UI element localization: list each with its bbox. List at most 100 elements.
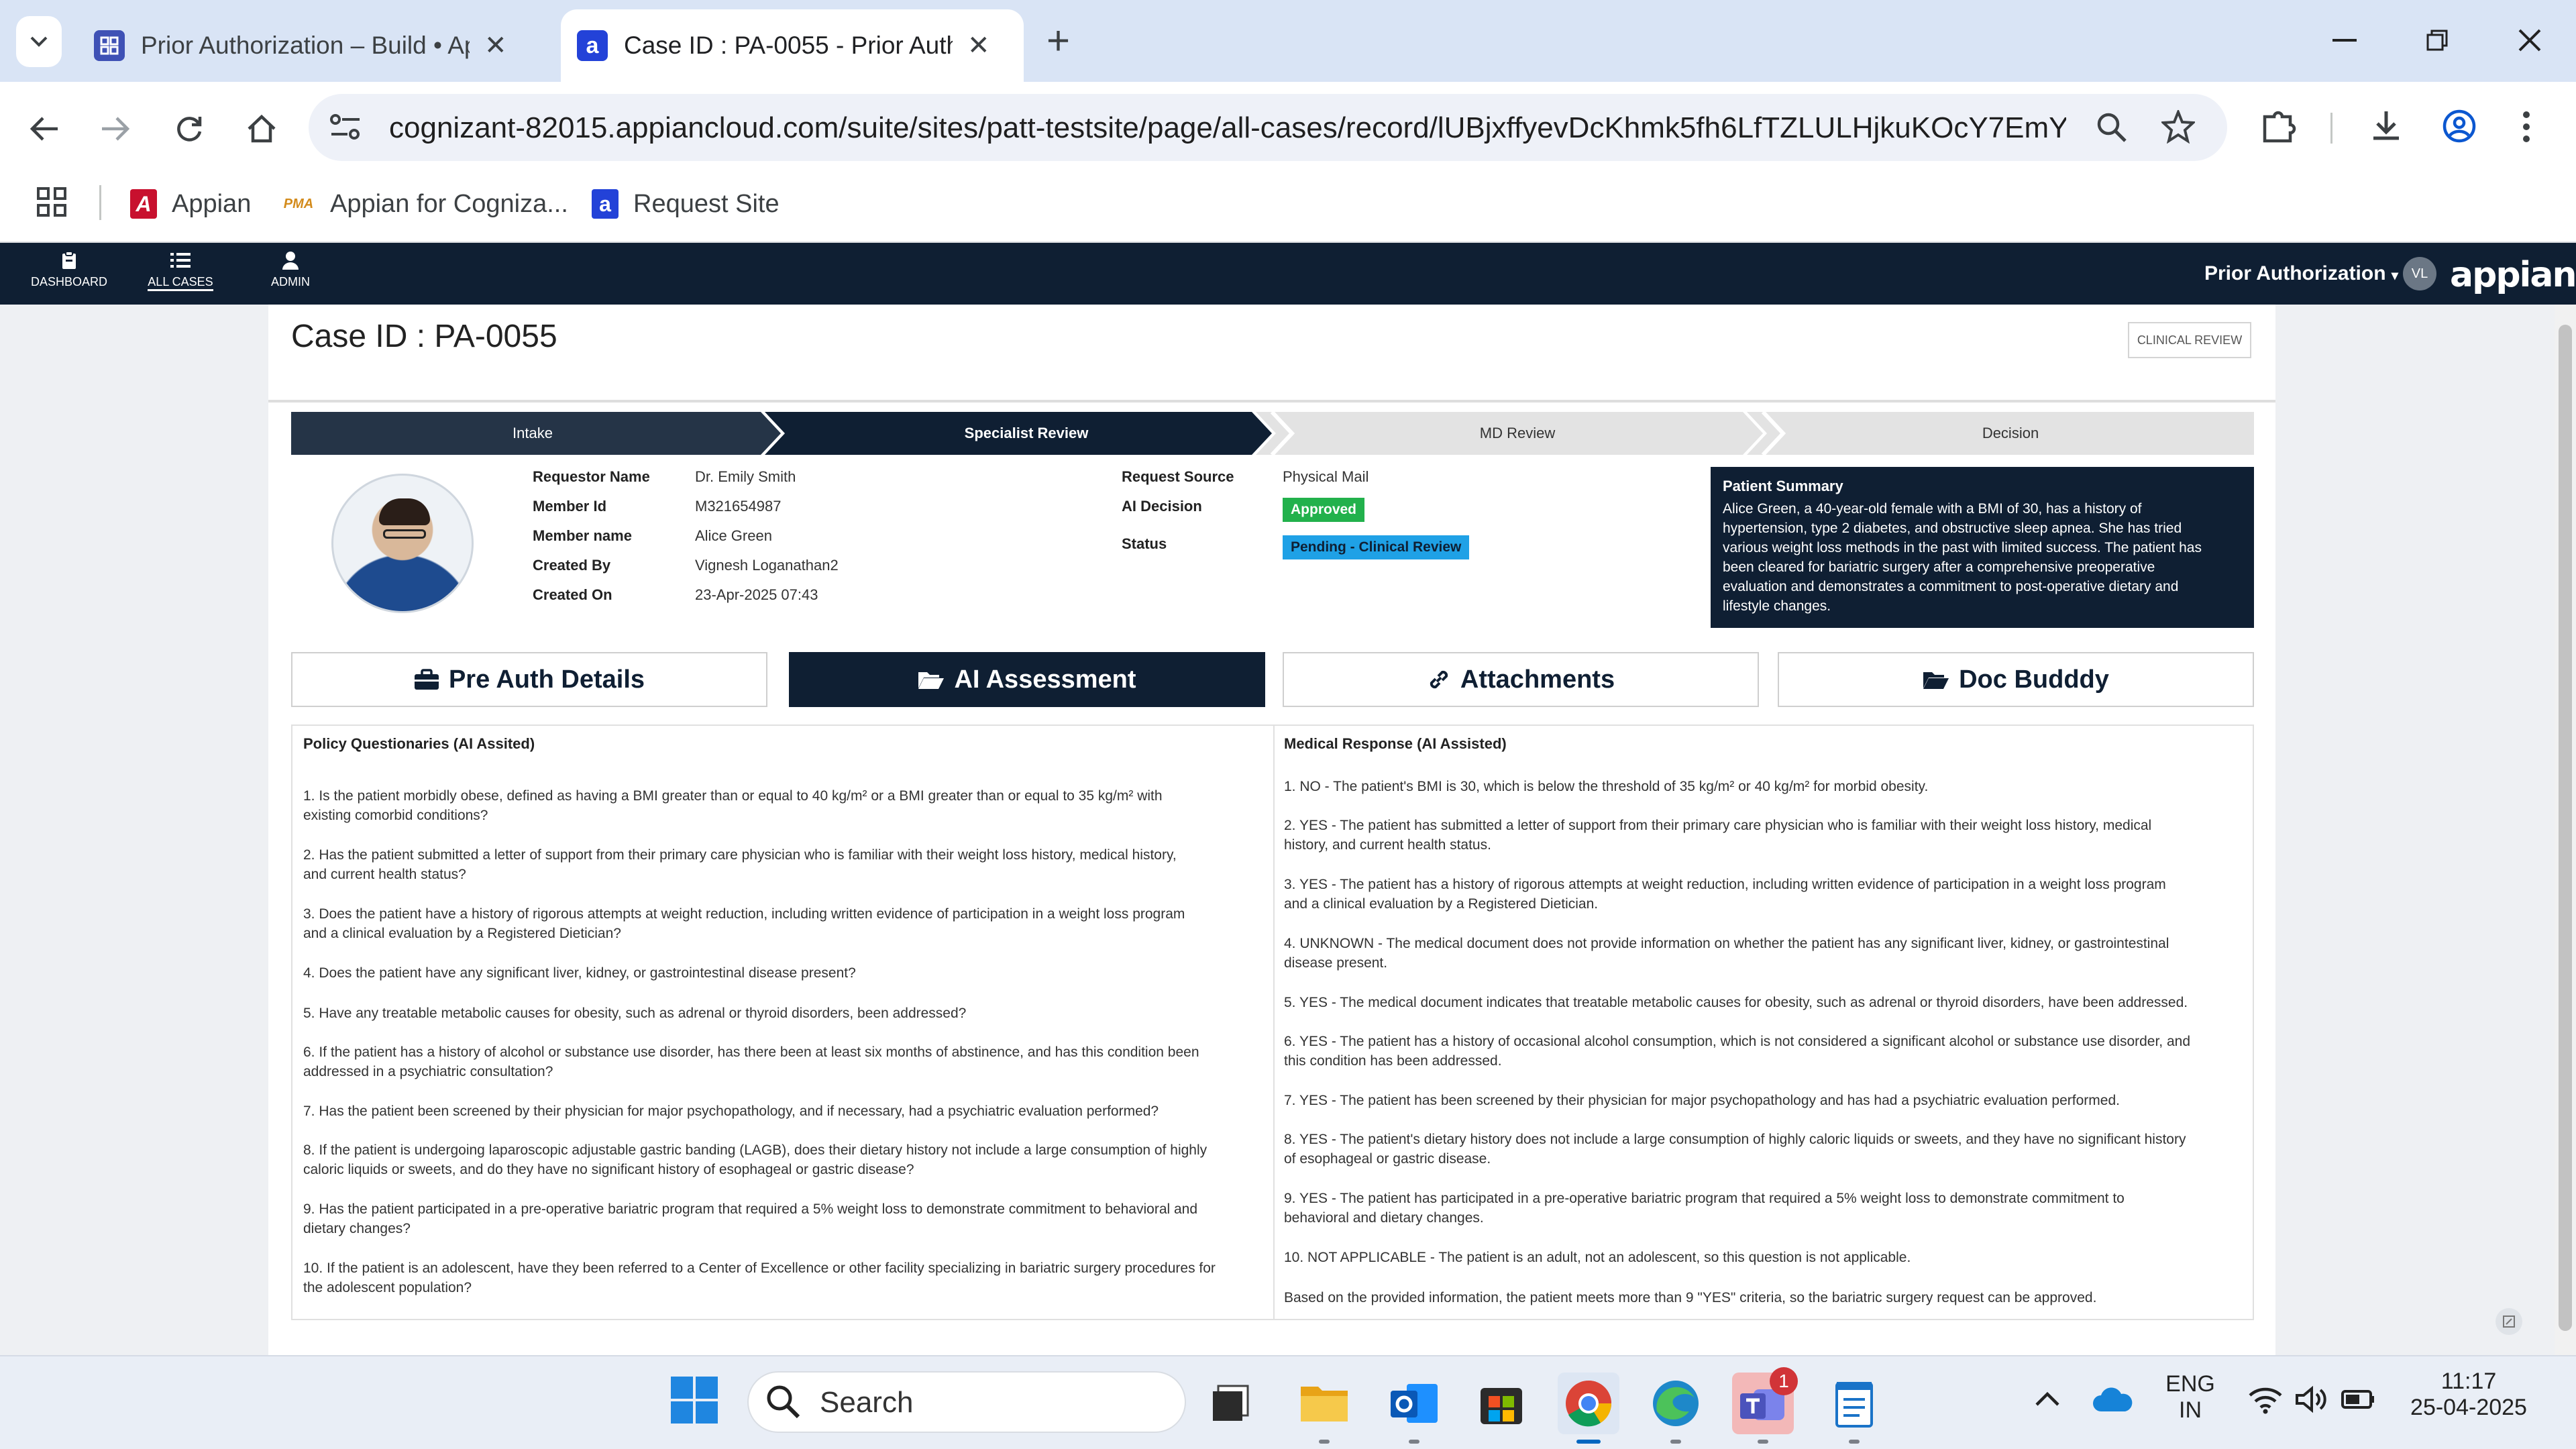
scrollbar-thumb[interactable]: [2559, 325, 2572, 1331]
battery-icon[interactable]: [2341, 1389, 2376, 1413]
menu-kebab-icon[interactable]: [2520, 110, 2533, 147]
list-icon: [170, 250, 191, 271]
summary-line: Alice Green, a 40-year-old female with a…: [1723, 501, 2142, 517]
step-decision: Decision: [1982, 425, 2039, 441]
store-button[interactable]: [1470, 1373, 1532, 1434]
bookmark-request-site[interactable]: a Request Site: [592, 185, 780, 223]
created-on-value: 23-Apr-2025 07:43: [695, 586, 818, 603]
bookmark-appian-cognizant[interactable]: PMA Appian for Cogniza...: [282, 185, 568, 223]
zoom-icon[interactable]: [2096, 111, 2128, 147]
language-indicator[interactable]: ENG IN: [2160, 1371, 2220, 1424]
task-view-button[interactable]: [1199, 1373, 1261, 1434]
nav-all-cases[interactable]: ALL CASES: [137, 250, 224, 301]
arrow-right-icon: [102, 117, 130, 141]
case-progress-stepper: Intake Specialist Review MD Review Decis…: [291, 412, 2254, 455]
bookmark-label: Appian: [172, 189, 252, 218]
teams-button[interactable]: 1: [1732, 1367, 1798, 1444]
close-icon: [2518, 29, 2541, 52]
close-tab-icon[interactable]: ✕: [967, 30, 990, 61]
tab-label: Attachments: [1460, 665, 1615, 694]
file-explorer-button[interactable]: [1293, 1373, 1355, 1444]
edge-button[interactable]: [1645, 1373, 1707, 1444]
browser-tab-case[interactable]: a Case ID : PA-0055 - Prior Autho ✕: [561, 9, 1024, 82]
feedback-icon[interactable]: [2496, 1308, 2522, 1335]
request-source-label: Request Source: [1122, 468, 1234, 485]
extensions-icon[interactable]: [2261, 107, 2297, 147]
clock[interactable]: 11:17 25-04-2025: [2402, 1368, 2536, 1421]
ai-decision-badge: Approved: [1283, 498, 1365, 522]
notepad-button[interactable]: [1823, 1373, 1885, 1444]
tab-pre-auth-details[interactable]: Pre Auth Details: [291, 652, 767, 707]
medical-response-panel: [1273, 724, 2254, 1320]
avatar[interactable]: VL: [2403, 257, 2436, 290]
toolbar-divider: [2330, 113, 2332, 144]
user-icon: [280, 250, 301, 271]
apps-grid-icon[interactable]: [36, 186, 67, 221]
chrome-icon: [1566, 1381, 1612, 1427]
bookmark-star-icon[interactable]: [2160, 108, 2196, 147]
policy-questions-header: Policy Questionaries (AI Assited): [303, 735, 535, 752]
close-window-button[interactable]: [2500, 13, 2560, 67]
question-item: 9. Has the patient participated in a pre…: [303, 1201, 1198, 1236]
url-text[interactable]: cognizant-82015.appiancloud.com/suite/si…: [389, 111, 2066, 145]
app-switcher[interactable]: Prior Authorization ▾: [2204, 262, 2398, 285]
folder-open-icon: [1923, 669, 1949, 690]
status-badge: Pending - Clinical Review: [1283, 535, 1470, 559]
patient-summary-panel: Patient Summary Alice Green, a 40-year-o…: [1711, 467, 2254, 628]
question-item: 8. If the patient is undergoing laparosc…: [303, 1142, 1208, 1177]
taskbar-search-box[interactable]: [747, 1371, 1186, 1433]
site-info-icon[interactable]: [327, 110, 364, 147]
response-item: 1. NO - The patient's BMI is 30, which i…: [1284, 779, 1929, 794]
tab-ai-assessment[interactable]: AI Assessment: [789, 652, 1265, 707]
question-item: 2. Has the patient submitted a letter of…: [303, 847, 1177, 882]
caret-down-icon: ▾: [2391, 268, 2398, 283]
clinical-review-button[interactable]: CLINICAL REVIEW: [2128, 322, 2251, 358]
summary-line: hypertension, type 2 diabetes, and obstr…: [1723, 521, 2182, 536]
downloads-icon[interactable]: [2368, 107, 2404, 147]
close-tab-icon[interactable]: ✕: [484, 30, 507, 61]
profile-icon[interactable]: [2442, 109, 2477, 147]
nav-dashboard[interactable]: DASHBOARD: [25, 250, 113, 301]
back-button[interactable]: [20, 105, 68, 153]
volume-icon[interactable]: [2294, 1385, 2329, 1417]
folder-icon: [1301, 1387, 1348, 1421]
wifi-icon[interactable]: [2247, 1385, 2284, 1417]
outlook-button[interactable]: [1383, 1373, 1445, 1444]
minimize-button[interactable]: [2314, 13, 2375, 67]
forward-button[interactable]: [91, 105, 140, 153]
request-source-value: Physical Mail: [1283, 468, 1369, 485]
onedrive-cloud-icon[interactable]: [2092, 1386, 2133, 1416]
minimize-icon: [2332, 39, 2357, 42]
link-icon: [1427, 667, 1451, 692]
tab-label: AI Assessment: [954, 665, 1136, 694]
restore-icon: [2426, 30, 2448, 51]
edge-icon: [1653, 1381, 1699, 1426]
nav-label: ADMIN: [271, 275, 310, 288]
response-item: 8. YES - The patient's dietary history d…: [1284, 1132, 2186, 1167]
start-button[interactable]: [669, 1375, 719, 1428]
tab-attachments[interactable]: Attachments: [1283, 652, 1759, 707]
clock-date: 25-04-2025: [2410, 1395, 2527, 1420]
nav-admin[interactable]: ADMIN: [247, 250, 334, 301]
question-item: 3. Does the patient have a history of ri…: [303, 906, 1185, 941]
grid-app-icon: [94, 30, 125, 61]
response-conclusion: Based on the provided information, the p…: [1284, 1290, 2097, 1305]
show-hidden-icons-chevron-up-icon[interactable]: [2033, 1389, 2062, 1412]
patient-summary-title: Patient Summary: [1723, 478, 1843, 494]
tab-doc-buddy[interactable]: Doc Budddy: [1778, 652, 2254, 707]
reload-button[interactable]: [165, 105, 213, 153]
tab-label: Doc Budddy: [1959, 665, 2109, 694]
new-tab-button[interactable]: +: [1046, 19, 1070, 63]
summary-line: been cleared for bariatric surgery after…: [1723, 559, 2155, 575]
response-item: 2. YES - The patient has submitted a let…: [1284, 818, 2152, 853]
member-name-label: Member name: [533, 527, 632, 544]
bookmark-appian[interactable]: A Appian: [130, 185, 251, 223]
browser-tab-build[interactable]: Prior Authorization – Build • Ap ✕: [80, 9, 550, 82]
notepad-icon: [1835, 1382, 1873, 1428]
question-item: 6. If the patient has a history of alcoh…: [303, 1044, 1199, 1079]
restore-button[interactable]: [2407, 13, 2467, 67]
chrome-button[interactable]: [1558, 1373, 1619, 1444]
tab-search-button[interactable]: [16, 16, 62, 67]
home-button[interactable]: [237, 105, 286, 153]
page-scrollbar[interactable]: [2555, 305, 2576, 1355]
